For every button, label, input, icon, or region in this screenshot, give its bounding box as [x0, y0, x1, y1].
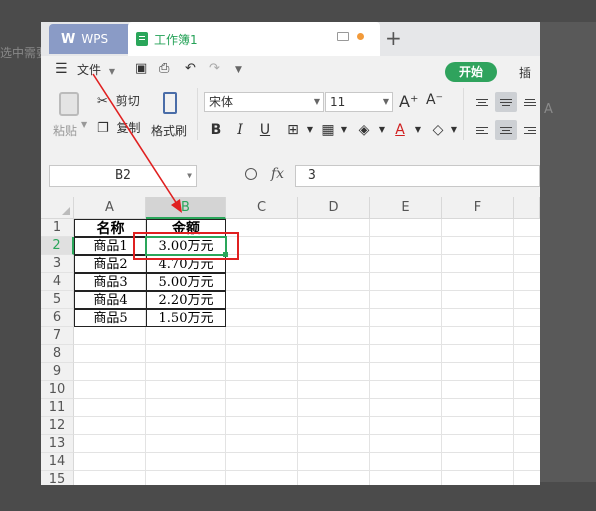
background-right-text: A [544, 102, 553, 117]
annotation-overlay [92, 73, 182, 213]
wps-window: W WPS 工作簿1 + ☰ 文件 ▼ ▣ ⎙ ↶ ↷ ▼ 开始 插入 粘贴 [41, 22, 540, 485]
annotation-arrow-line [92, 73, 178, 205]
background-right-panel: A [540, 22, 596, 482]
annotation-arrow-head [171, 199, 182, 213]
